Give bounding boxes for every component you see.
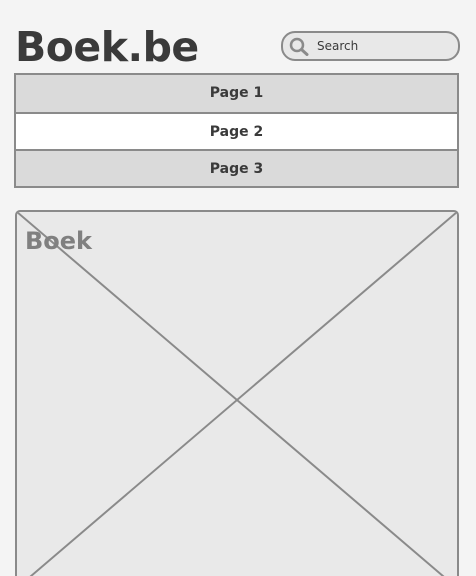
image-placeholder: Boek [15,210,459,576]
page: Boek.be Page 1 Page 2 Page 3 Boek [0,0,476,576]
search-input[interactable] [317,36,447,56]
nav-menu: Page 1 Page 2 Page 3 [14,73,459,188]
nav-item-page-1[interactable]: Page 1 [16,75,457,112]
nav-item-page-3[interactable]: Page 3 [16,149,457,186]
search-icon[interactable] [288,36,310,56]
image-placeholder-cross-icon [17,212,457,576]
search-box[interactable] [281,31,460,61]
image-placeholder-label: Boek [25,227,93,255]
nav-item-page-2[interactable]: Page 2 [16,112,457,149]
site-logo[interactable]: Boek.be [15,22,199,72]
